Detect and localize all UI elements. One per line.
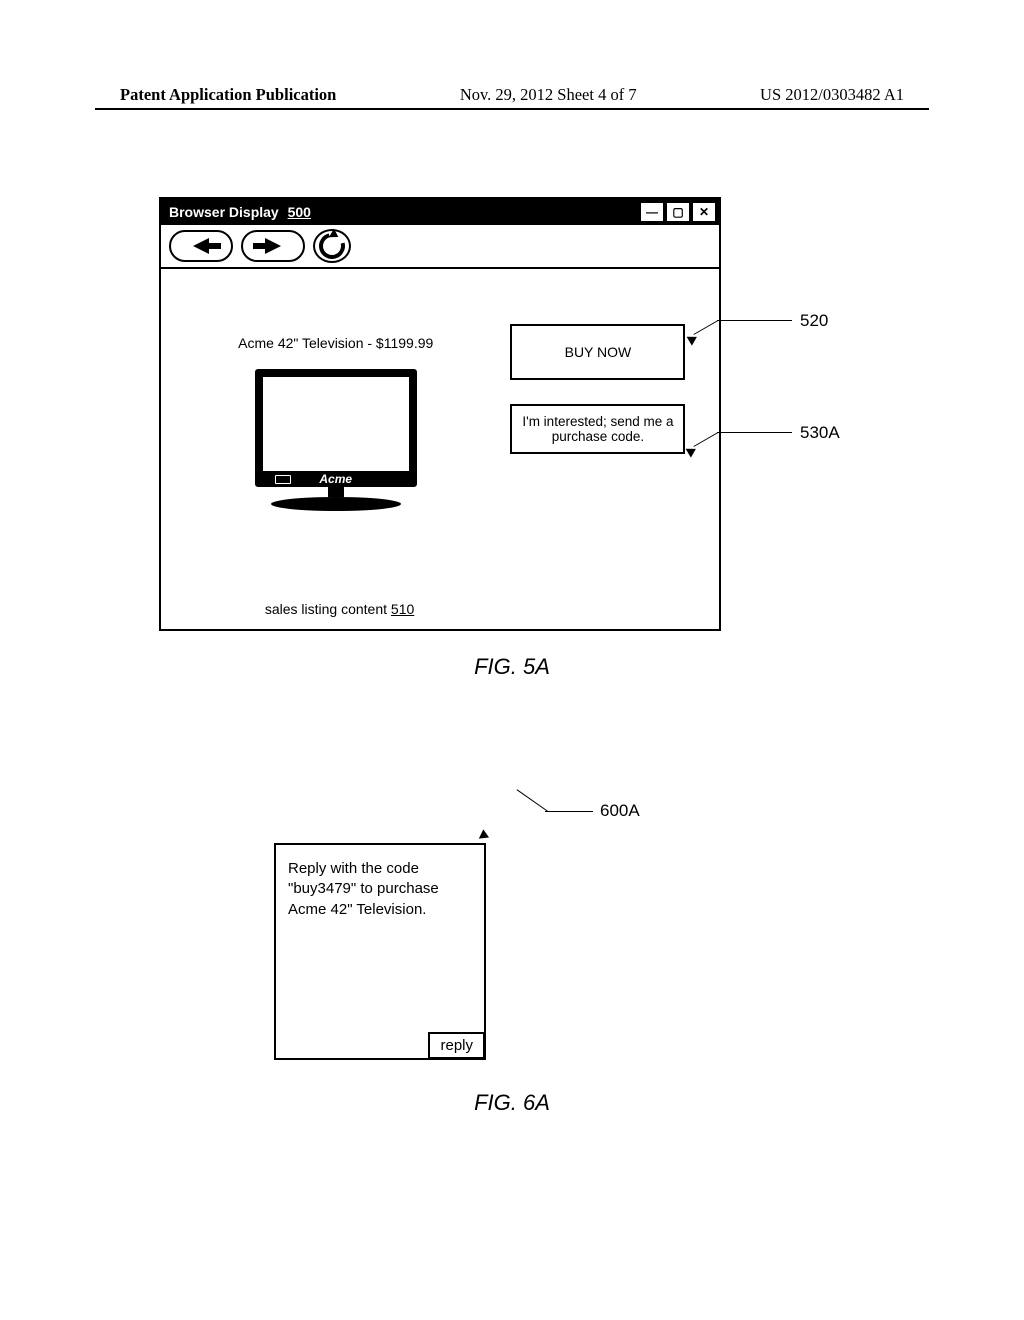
figure-6a-label: FIG. 6A (0, 1090, 1024, 1116)
refresh-button[interactable] (313, 229, 351, 263)
message-text: Reply with the code "buy3479" to purchas… (276, 845, 484, 934)
tv-screen: Acme (255, 369, 417, 487)
maximize-button[interactable]: ▢ (666, 202, 690, 222)
arrow-left-icon (193, 238, 209, 254)
lead-line (545, 811, 593, 812)
message-box: Reply with the code "buy3479" to purchas… (274, 843, 486, 1060)
sales-listing-caption: sales listing content 510 (161, 601, 518, 617)
header-center: Nov. 29, 2012 Sheet 4 of 7 (460, 85, 637, 105)
minimize-button[interactable]: — (640, 202, 664, 222)
lead-line (717, 432, 792, 433)
sales-listing-ref: 510 (391, 601, 414, 617)
lead-line (717, 320, 792, 321)
window-title-label: Browser Display (169, 204, 279, 220)
header-left: Patent Application Publication (120, 85, 336, 105)
product-panel: Acme 42" Television - $1199.99 Acme (161, 269, 510, 629)
window-title: Browser Display 500 (169, 204, 640, 220)
page-header: Patent Application Publication Nov. 29, … (120, 85, 904, 105)
close-button[interactable]: ✕ (692, 202, 716, 222)
browser-toolbar (161, 225, 719, 269)
send-code-label: I'm interested; send me a purchase code. (522, 414, 673, 444)
tv-image: Acme (255, 369, 417, 511)
callout-520: 520 (800, 311, 828, 331)
arrow-right-icon (265, 238, 281, 254)
window-controls: — ▢ ✕ (640, 202, 716, 222)
reply-label: reply (440, 1037, 473, 1054)
arrowhead-icon (476, 829, 489, 842)
send-code-button[interactable]: I'm interested; send me a purchase code. (510, 404, 685, 454)
header-rule (95, 108, 929, 110)
browser-content: Acme 42" Television - $1199.99 Acme sale… (161, 269, 719, 629)
page: Patent Application Publication Nov. 29, … (0, 0, 1024, 1320)
callout-530a: 530A (800, 423, 840, 443)
callout-600a: 600A (600, 801, 640, 821)
lead-line (517, 789, 549, 812)
buy-now-button[interactable]: BUY NOW (510, 324, 685, 380)
figure-5a-label: FIG. 5A (0, 654, 1024, 680)
tv-neck (328, 487, 344, 497)
tv-base (271, 497, 401, 511)
window-title-ref: 500 (288, 204, 311, 220)
forward-button[interactable] (241, 230, 305, 262)
reply-button[interactable]: reply (428, 1032, 485, 1059)
tv-brand: Acme (319, 472, 352, 486)
browser-window: Browser Display 500 — ▢ ✕ Acme 42" Telev… (159, 197, 721, 631)
title-bar: Browser Display 500 — ▢ ✕ (161, 199, 719, 225)
header-right: US 2012/0303482 A1 (760, 85, 904, 105)
buy-now-label: BUY NOW (565, 345, 632, 359)
sales-listing-label: sales listing content (265, 601, 387, 617)
refresh-icon (314, 228, 350, 264)
product-title: Acme 42" Television - $1199.99 (238, 335, 433, 351)
back-button[interactable] (169, 230, 233, 262)
